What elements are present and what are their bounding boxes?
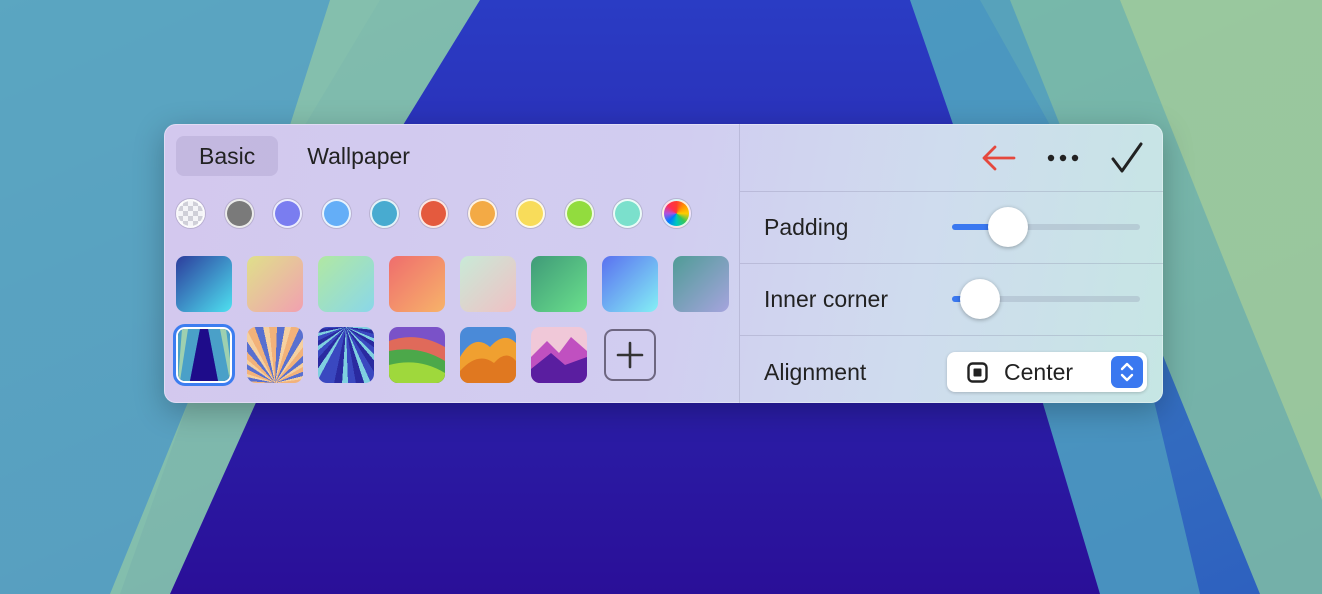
padding-slider[interactable] — [952, 207, 1140, 247]
color-gray[interactable] — [224, 199, 254, 228]
purple-mountains-wallpaper[interactable] — [531, 327, 587, 383]
gradient-swatch[interactable] — [673, 256, 729, 312]
blue-rays-wallpaper[interactable] — [318, 327, 374, 383]
inner-corner-slider-knob[interactable] — [960, 279, 1001, 319]
more-button[interactable] — [1045, 141, 1081, 175]
color-orange[interactable] — [467, 199, 497, 228]
color-teal-blue[interactable] — [370, 199, 400, 228]
select-stepper[interactable] — [1111, 356, 1143, 388]
color-indigo[interactable] — [273, 199, 303, 228]
orange-rays-wallpaper[interactable] — [247, 327, 303, 383]
center-square-icon — [967, 362, 988, 383]
gradient-swatch[interactable] — [318, 256, 374, 312]
gradient-row — [176, 256, 729, 312]
color-transparent[interactable] — [176, 199, 205, 228]
back-button[interactable] — [980, 141, 1016, 175]
background-options: Basic Wallpaper — [164, 124, 739, 403]
plus-icon — [616, 341, 644, 369]
checkmark-icon — [1111, 142, 1143, 173]
ellipsis-icon — [1047, 154, 1079, 162]
inner-corner-row: Inner corner — [740, 263, 1163, 335]
arrow-left-icon — [982, 145, 1016, 171]
inner-corner-slider[interactable] — [952, 279, 1140, 319]
alignment-row: Alignment Center — [740, 335, 1163, 403]
green-hills-wallpaper[interactable] — [389, 327, 445, 383]
add-wallpaper-button[interactable] — [604, 329, 656, 381]
alignment-select[interactable]: Center — [947, 352, 1147, 392]
solid-color-row — [176, 199, 691, 228]
padding-slider-knob[interactable] — [988, 207, 1029, 247]
orange-dunes-wallpaper[interactable] — [460, 327, 516, 383]
gradient-swatch[interactable] — [247, 256, 303, 312]
alignment-label: Alignment — [764, 359, 867, 385]
color-mint[interactable] — [613, 199, 643, 228]
tab-bar: Basic Wallpaper — [176, 136, 433, 176]
color-green[interactable] — [564, 199, 594, 228]
settings-pane: Padding Inner corner Alignment Center — [740, 124, 1163, 403]
color-sky-blue[interactable] — [321, 199, 351, 228]
gradient-swatch[interactable] — [389, 256, 445, 312]
padding-row: Padding — [740, 191, 1163, 263]
tab-wallpaper[interactable]: Wallpaper — [284, 136, 433, 176]
color-red[interactable] — [418, 199, 448, 228]
alignment-value: Center — [1004, 359, 1074, 385]
tab-basic[interactable]: Basic — [176, 136, 279, 176]
toolbar — [740, 124, 1163, 191]
gradient-swatch[interactable] — [460, 256, 516, 312]
gradient-swatch[interactable] — [176, 256, 232, 312]
wallpaper-row — [173, 324, 658, 386]
gradient-swatch[interactable] — [531, 256, 587, 312]
confirm-button[interactable] — [1109, 141, 1145, 175]
background-picker-panel: Basic Wallpaper Padding Inner corner Ali… — [164, 124, 1163, 403]
chevron-up-down-icon — [1120, 362, 1134, 382]
inner-corner-label: Inner corner — [764, 286, 889, 312]
blue-road-wallpaper[interactable] — [173, 324, 235, 386]
gradient-swatch[interactable] — [602, 256, 658, 312]
color-yellow[interactable] — [516, 199, 546, 228]
color-picker-spectrum[interactable] — [661, 199, 691, 228]
padding-label: Padding — [764, 214, 849, 240]
